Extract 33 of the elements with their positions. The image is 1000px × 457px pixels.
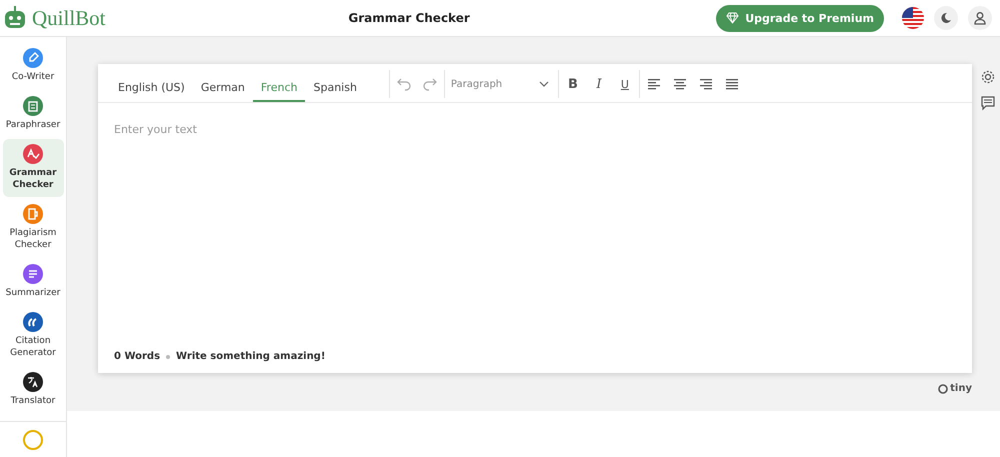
- language-tab[interactable]: Spanish: [305, 81, 365, 102]
- account-button[interactable]: [968, 6, 992, 30]
- sidebar-item[interactable]: Citation Generator: [2, 307, 64, 365]
- us-flag-icon[interactable]: [902, 7, 924, 29]
- diamond-icon: [726, 12, 740, 24]
- align-center-icon[interactable]: [672, 76, 688, 92]
- format-button[interactable]: I: [590, 76, 607, 92]
- block-format-dropdown[interactable]: Paragraph: [450, 78, 526, 90]
- format-button[interactable]: U: [616, 78, 633, 90]
- tiny-logo[interactable]: tiny: [938, 383, 972, 394]
- comment-icon[interactable]: [980, 95, 996, 111]
- align-right-icon[interactable]: [698, 76, 714, 92]
- language-tab[interactable]: French: [252, 81, 306, 102]
- settings-icon[interactable]: [980, 69, 996, 85]
- format-button[interactable]: B: [564, 76, 581, 92]
- moon-icon: [940, 12, 952, 24]
- dark-mode-button[interactable]: [934, 6, 958, 30]
- sidebar-item[interactable]: Summarizer: [2, 259, 64, 305]
- sidebar-item[interactable]: Co-Writer: [2, 43, 64, 89]
- justify-icon[interactable]: [724, 76, 740, 92]
- word-count: 0 Words: [114, 351, 160, 362]
- person-icon: [973, 11, 987, 25]
- sidebar-item[interactable]: Translator: [2, 367, 64, 413]
- language-tab[interactable]: German: [192, 81, 253, 102]
- sidebar-item[interactable]: Paraphraser: [2, 91, 64, 137]
- align-left-icon[interactable]: [646, 76, 662, 92]
- sidebar-item[interactable]: Plagiarism Checker: [2, 199, 64, 257]
- page-title: Grammar Checker: [347, 11, 471, 25]
- upgrade-button[interactable]: Upgrade to Premium: [716, 4, 884, 32]
- language-tab[interactable]: English (US): [110, 81, 193, 102]
- brand-name: QuillBot: [32, 6, 106, 30]
- status-message: Write something amazing!: [176, 351, 326, 362]
- sidebar-item[interactable]: Grammar Checker: [2, 139, 64, 197]
